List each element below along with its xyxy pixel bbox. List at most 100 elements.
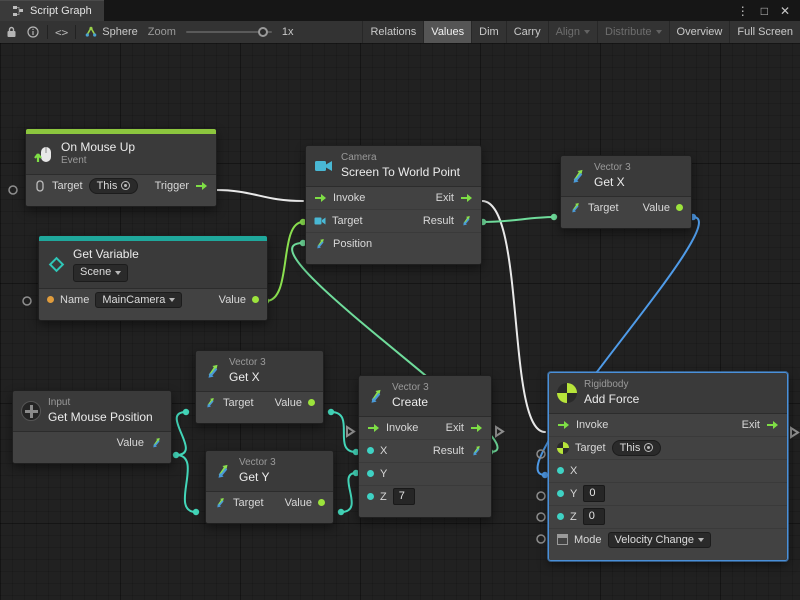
node-on-mouse-up[interactable]: On Mouse Up Event Target This Trigger bbox=[25, 128, 217, 207]
camera-icon bbox=[314, 158, 334, 174]
flow-arrow-icon[interactable] bbox=[195, 181, 208, 191]
info-icon[interactable] bbox=[22, 21, 44, 43]
flow-arrow-icon[interactable] bbox=[470, 423, 483, 433]
script-graph-window: Script Graph ⋮ □ ✕ <> Sphere Zoom 1x bbox=[0, 0, 800, 600]
x-port[interactable] bbox=[557, 467, 564, 474]
lock-icon[interactable] bbox=[0, 21, 22, 43]
distribute-dropdown-button[interactable]: Distribute bbox=[597, 21, 668, 43]
vector3-icon[interactable] bbox=[214, 496, 227, 509]
idle-flow-port[interactable] bbox=[791, 428, 798, 437]
graph-asset-icon bbox=[85, 26, 97, 38]
align-dropdown-button[interactable]: Align bbox=[548, 21, 597, 43]
node-category: Vector 3 bbox=[229, 357, 266, 370]
target-dot-icon bbox=[644, 443, 653, 452]
code-view-icon[interactable]: <> bbox=[51, 26, 72, 39]
graph-canvas[interactable]: On Mouse Up Event Target This Trigger bbox=[0, 43, 800, 600]
flow-arrow-icon[interactable] bbox=[557, 420, 570, 430]
idle-port[interactable] bbox=[23, 297, 31, 305]
flow-arrow-icon[interactable] bbox=[766, 420, 779, 430]
port-dot[interactable] bbox=[173, 452, 179, 458]
node-title: Get X bbox=[594, 175, 631, 190]
value-port[interactable] bbox=[252, 296, 259, 303]
this-target-picker[interactable]: This bbox=[612, 440, 662, 456]
node-get-variable[interactable]: Get Variable Scene Name MainCamera bbox=[38, 235, 268, 321]
full-screen-button[interactable]: Full Screen bbox=[729, 21, 800, 43]
wire-mouse-to-getx[interactable] bbox=[176, 412, 186, 455]
relations-button[interactable]: Relations bbox=[362, 21, 423, 43]
node-vector3-get-x-top[interactable]: Vector 3 Get X Target Value bbox=[560, 155, 692, 229]
variable-name-value: MainCamera bbox=[102, 294, 165, 306]
port-label-value: Value bbox=[275, 397, 302, 409]
graph-name: Sphere bbox=[102, 26, 137, 38]
port-dot[interactable] bbox=[193, 509, 199, 515]
port-dot[interactable] bbox=[551, 214, 557, 220]
flow-arrow-icon[interactable] bbox=[367, 423, 380, 433]
wire-result-to-getx-target[interactable] bbox=[483, 217, 554, 222]
variable-scope-dropdown[interactable]: Scene bbox=[73, 264, 128, 282]
node-category: Vector 3 bbox=[239, 457, 276, 470]
idle-flow-port[interactable] bbox=[496, 427, 503, 436]
z-value-field[interactable]: 0 bbox=[583, 508, 605, 525]
port-label-mode: Mode bbox=[574, 534, 602, 546]
node-vector3-create[interactable]: Vector 3 Create Invoke Exit bbox=[358, 375, 492, 518]
port-dot[interactable] bbox=[183, 409, 189, 415]
wire-trigger-to-invoke[interactable] bbox=[215, 190, 303, 201]
carry-button[interactable]: Carry bbox=[506, 21, 548, 43]
node-title: Screen To World Point bbox=[341, 165, 460, 180]
name-port[interactable] bbox=[47, 296, 54, 303]
this-label: This bbox=[97, 180, 118, 192]
this-target-picker[interactable]: This bbox=[89, 178, 139, 194]
kebab-menu-icon[interactable]: ⋮ bbox=[737, 4, 749, 18]
vector3-icon[interactable] bbox=[460, 214, 473, 227]
wire-gety-to-create-y[interactable] bbox=[341, 473, 356, 512]
maximize-icon[interactable]: □ bbox=[761, 4, 768, 18]
overview-button[interactable]: Overview bbox=[669, 21, 730, 43]
value-port[interactable] bbox=[676, 204, 683, 211]
node-get-mouse-position[interactable]: Input Get Mouse Position Value bbox=[12, 390, 172, 464]
flow-arrow-icon[interactable] bbox=[314, 193, 327, 203]
value-port[interactable] bbox=[318, 499, 325, 506]
node-add-force[interactable]: Rigidbody Add Force Invoke Exit bbox=[548, 372, 788, 561]
dim-button[interactable]: Dim bbox=[471, 21, 506, 43]
port-label-z: Z bbox=[570, 511, 577, 523]
idle-flow-port[interactable] bbox=[347, 427, 354, 436]
values-button[interactable]: Values bbox=[423, 21, 471, 43]
node-screen-to-world-point[interactable]: Camera Screen To World Point Invoke Exit bbox=[305, 145, 482, 265]
vector3-icon[interactable] bbox=[569, 201, 582, 214]
port-label-exit: Exit bbox=[446, 422, 464, 434]
port-dot[interactable] bbox=[338, 509, 344, 515]
flow-arrow-icon[interactable] bbox=[460, 193, 473, 203]
vector3-icon[interactable] bbox=[204, 396, 217, 409]
tab-script-graph[interactable]: Script Graph bbox=[0, 0, 104, 21]
graph-breadcrumb[interactable]: Sphere bbox=[79, 26, 143, 38]
y-port[interactable] bbox=[367, 470, 374, 477]
z-value-field[interactable]: 7 bbox=[393, 488, 415, 505]
variable-name-dropdown[interactable]: MainCamera bbox=[95, 292, 182, 308]
z-port[interactable] bbox=[557, 513, 564, 520]
value-port[interactable] bbox=[308, 399, 315, 406]
vector3-icon[interactable] bbox=[314, 237, 327, 250]
close-icon[interactable]: ✕ bbox=[780, 4, 790, 18]
y-port[interactable] bbox=[557, 490, 564, 497]
y-value-field[interactable]: 0 bbox=[583, 485, 605, 502]
idle-port[interactable] bbox=[537, 535, 545, 543]
tab-label: Script Graph bbox=[30, 5, 92, 17]
node-body: Target This Trigger bbox=[26, 174, 216, 206]
vector3-icon[interactable] bbox=[150, 436, 163, 449]
idle-port[interactable] bbox=[537, 492, 545, 500]
vector3-icon[interactable] bbox=[470, 444, 483, 457]
port-label-y: Y bbox=[380, 468, 387, 480]
node-vector3-get-x-mid[interactable]: Vector 3 Get X Target Value bbox=[195, 350, 324, 424]
zoom-slider-handle[interactable] bbox=[258, 27, 268, 37]
x-port[interactable] bbox=[367, 447, 374, 454]
node-vector3-get-y[interactable]: Vector 3 Get Y Target Value bbox=[205, 450, 334, 524]
force-mode-dropdown[interactable]: Velocity Change bbox=[608, 532, 712, 548]
idle-port[interactable] bbox=[9, 186, 17, 194]
zoom-slider[interactable] bbox=[186, 31, 272, 33]
rigidbody-type-icon bbox=[557, 442, 569, 454]
wire-mouse-to-gety[interactable] bbox=[176, 455, 196, 512]
node-header: Get Variable Scene bbox=[39, 241, 267, 288]
idle-port[interactable] bbox=[537, 513, 545, 521]
port-dot[interactable] bbox=[328, 409, 334, 415]
z-port[interactable] bbox=[367, 493, 374, 500]
